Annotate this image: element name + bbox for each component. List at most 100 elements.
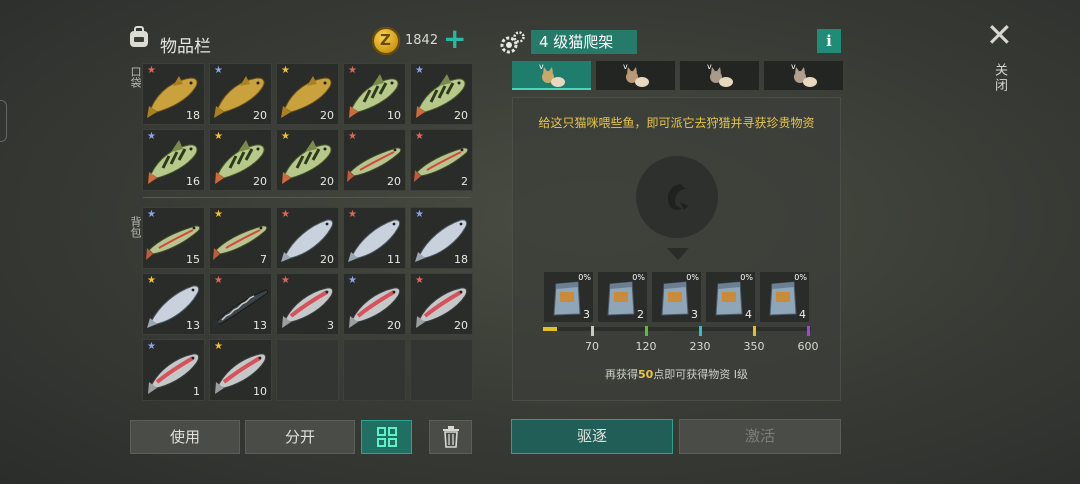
- inventory-slot[interactable]: ★ 16: [142, 129, 205, 191]
- add-money-button[interactable]: +: [443, 24, 466, 54]
- rarity-star-icon: ★: [214, 341, 223, 352]
- reward-slot[interactable]: 0% 3: [651, 271, 702, 323]
- inventory-slot[interactable]: ★ 10: [343, 63, 406, 125]
- item-count: 20: [454, 319, 468, 332]
- rarity-star-icon: ★: [281, 275, 290, 286]
- inventory-slot[interactable]: ★ 2: [410, 129, 473, 191]
- inventory-slot[interactable]: ★ 20: [410, 63, 473, 125]
- item-count: 20: [320, 109, 334, 122]
- threshold-marker: [753, 326, 756, 336]
- cat-tab-1[interactable]: v: [512, 61, 591, 90]
- backpack-grid: ★ 15 ★ 7 ★ 20 ★ 11 ★ 18 ★ 13 ★ 13 ★ 3 ★ 20 ★ 20 ★ 1 ★ 10: [142, 207, 473, 401]
- supply-bag-icon: [769, 281, 797, 316]
- footer-suffix: 点即可获得物资: [653, 368, 731, 381]
- threshold-label: 120: [635, 340, 657, 353]
- supply-bag-icon: [661, 281, 689, 316]
- footer-points: 50: [637, 368, 654, 381]
- rarity-star-icon: ★: [147, 341, 156, 352]
- grid-view-icon: [376, 427, 397, 447]
- cat-tab-3[interactable]: v: [680, 61, 759, 90]
- grid-view-button[interactable]: [361, 420, 412, 454]
- cat-tab-4[interactable]: v: [764, 61, 843, 90]
- use-button[interactable]: 使用: [130, 420, 240, 454]
- fish-slot-placeholder[interactable]: [636, 156, 718, 238]
- inventory-slot[interactable]: ★ 18: [142, 63, 205, 125]
- cat-tree-level-title: 4 级猫爬架: [531, 30, 637, 54]
- supply-bag-icon: [715, 281, 743, 316]
- inventory-slot[interactable]: ★ 18: [410, 207, 473, 269]
- reward-slot[interactable]: 0% 4: [705, 271, 756, 323]
- rarity-star-icon: ★: [147, 275, 156, 286]
- inventory-slot[interactable]: ★ 20: [343, 129, 406, 191]
- inventory-slot[interactable]: ★ 11: [343, 207, 406, 269]
- threshold-label: 70: [585, 340, 599, 353]
- reward-count: 4: [745, 308, 752, 321]
- feed-hint: 给这只猫咪喂些鱼，即可派它去狩猎并寻获珍贵物资: [538, 116, 815, 130]
- rarity-star-icon: ★: [348, 209, 357, 220]
- cat-tab-2[interactable]: v: [596, 61, 675, 90]
- reward-slot[interactable]: 0% 2: [597, 271, 648, 323]
- rarity-star-icon: ★: [415, 275, 424, 286]
- threshold-marker: [699, 326, 702, 336]
- progress-track: [543, 327, 811, 331]
- inventory-slot[interactable]: ★ 7: [209, 207, 272, 269]
- rarity-star-icon: ★: [348, 65, 357, 76]
- item-count: 7: [260, 253, 267, 266]
- reward-slot[interactable]: 0% 4: [759, 271, 810, 323]
- reward-percent: 0%: [578, 273, 591, 282]
- item-count: 2: [461, 175, 468, 188]
- rarity-star-icon: ★: [214, 209, 223, 220]
- inventory-slot[interactable]: ★ 3: [276, 273, 339, 335]
- threshold-label: 350: [743, 340, 765, 353]
- progress-footer: 再获得50点即可获得物资 I级: [512, 366, 841, 382]
- tab-rank: v: [539, 62, 544, 71]
- item-count: 13: [253, 319, 267, 332]
- item-count: 20: [253, 175, 267, 188]
- trash-icon: [442, 426, 459, 448]
- item-count: 13: [186, 319, 200, 332]
- info-button[interactable]: i: [817, 29, 841, 53]
- inventory-slot[interactable]: ★ 20: [276, 207, 339, 269]
- item-count: 1: [193, 385, 200, 398]
- expel-button[interactable]: 驱逐: [511, 419, 673, 454]
- rarity-star-icon: ★: [214, 65, 223, 76]
- rarity-star-icon: ★: [281, 65, 290, 76]
- empty-slot[interactable]: [410, 339, 473, 401]
- inventory-slot[interactable]: ★ 13: [142, 273, 205, 335]
- side-handle[interactable]: [0, 100, 7, 142]
- empty-slot[interactable]: [276, 339, 339, 401]
- reward-percent: 0%: [632, 273, 645, 282]
- feed-pointer: [667, 248, 689, 260]
- item-count: 20: [320, 253, 334, 266]
- close-icon[interactable]: ✕: [986, 19, 1013, 51]
- rarity-star-icon: ★: [281, 131, 290, 142]
- rarity-star-icon: ★: [415, 131, 424, 142]
- pocket-grid: ★ 18 ★ 20 ★ 20 ★ 10 ★ 20 ★ 16 ★ 20 ★ 20 ★ 20 ★ 2: [142, 63, 473, 191]
- close-label[interactable]: 关闭: [990, 63, 1009, 93]
- item-count: 11: [387, 253, 401, 266]
- item-count: 10: [253, 385, 267, 398]
- item-count: 15: [186, 253, 200, 266]
- item-count: 20: [387, 175, 401, 188]
- inventory-slot[interactable]: ★ 20: [209, 129, 272, 191]
- inventory-slot[interactable]: ★ 20: [209, 63, 272, 125]
- reward-count: 3: [691, 308, 698, 321]
- empty-slot[interactable]: [343, 339, 406, 401]
- inventory-slot[interactable]: ★ 20: [276, 63, 339, 125]
- footer-level: I级: [733, 368, 749, 381]
- inventory-slot[interactable]: ★ 13: [209, 273, 272, 335]
- activate-button[interactable]: 激活: [679, 419, 841, 454]
- reward-slot[interactable]: 0% 3: [543, 271, 594, 323]
- inventory-slot[interactable]: ★ 10: [209, 339, 272, 401]
- tab-rank: v: [791, 62, 796, 71]
- inventory-slot[interactable]: ★ 20: [276, 129, 339, 191]
- rarity-star-icon: ★: [348, 131, 357, 142]
- inventory-slot[interactable]: ★ 20: [410, 273, 473, 335]
- tab-rank: v: [707, 62, 712, 71]
- split-button[interactable]: 分开: [245, 420, 355, 454]
- delete-button[interactable]: [429, 420, 472, 454]
- backpack-icon: [130, 26, 148, 47]
- inventory-slot[interactable]: ★ 20: [343, 273, 406, 335]
- inventory-slot[interactable]: ★ 1: [142, 339, 205, 401]
- inventory-slot[interactable]: ★ 15: [142, 207, 205, 269]
